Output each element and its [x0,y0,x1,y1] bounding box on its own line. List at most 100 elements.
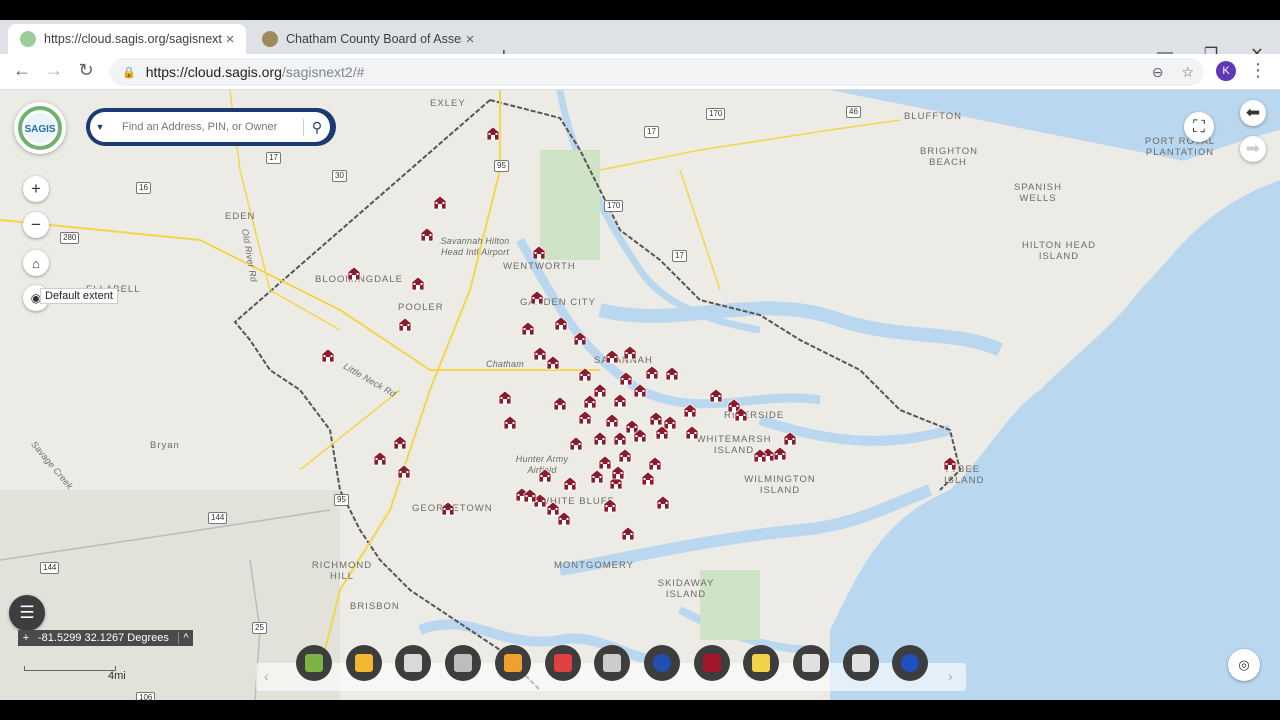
school-icon[interactable] [562,475,578,491]
profile-avatar[interactable]: K [1216,61,1236,81]
school-icon[interactable] [397,316,413,332]
school-icon[interactable] [612,392,628,408]
school-icon[interactable] [620,525,636,541]
school-icon[interactable] [782,430,798,446]
home-button[interactable]: ⌂ [23,250,49,276]
school-icon[interactable] [612,430,628,446]
school-icon[interactable] [589,468,605,484]
school-icon[interactable] [545,354,561,370]
school-icon[interactable] [502,414,518,430]
basemap-tool[interactable] [296,645,332,681]
scale-label: 4mi [108,670,126,682]
school-icon[interactable] [654,424,670,440]
school-icon[interactable] [684,424,700,440]
school-icon[interactable] [392,434,408,450]
draw-tool[interactable] [545,645,581,681]
forward-arrow-icon[interactable]: → [42,60,66,81]
school-icon[interactable] [419,226,435,242]
school-icon[interactable] [432,194,448,210]
bookmark-tool[interactable] [694,645,730,681]
school-icon[interactable] [640,470,656,486]
address-bar[interactable]: 🔒 https://cloud.sagis.org/sagisnext2/# ⊖… [110,58,1204,86]
school-icon[interactable] [752,447,768,463]
school-icon[interactable] [617,447,633,463]
back-arrow-icon[interactable]: ← [10,60,34,81]
school-icon[interactable] [644,364,660,380]
route-shield-170b: 170 [604,200,624,212]
school-icon[interactable] [485,125,501,141]
menu-kebab-icon[interactable]: ⋮ [1246,60,1270,81]
layer-stack-tool[interactable] [743,645,779,681]
layer-list-button[interactable]: ☰ [9,595,45,631]
close-tab-icon[interactable]: × [462,31,478,48]
close-tab-icon[interactable]: × [222,31,238,48]
measure-tool[interactable] [495,645,531,681]
school-icon[interactable] [577,409,593,425]
school-icon[interactable] [592,430,608,446]
zoom-out-button[interactable]: − [23,212,49,238]
forward-extent-button[interactable]: ➡ [1240,136,1266,162]
school-icon[interactable] [552,395,568,411]
school-icon[interactable] [664,365,680,381]
school-icon[interactable] [655,494,671,510]
school-icon[interactable] [553,315,569,331]
grid-tool[interactable] [445,645,481,681]
search-box[interactable]: ▼ Find an Address, PIN, or Owner ⚲ [90,112,330,142]
school-icon[interactable] [604,348,620,364]
analysis-tool[interactable] [594,645,630,681]
school-icon[interactable] [582,393,598,409]
school-icon[interactable] [568,435,584,451]
school-icon[interactable] [682,402,698,418]
print-tool[interactable] [793,645,829,681]
route-shield-95: 95 [494,160,509,172]
school-icon[interactable] [647,455,663,471]
school-icon[interactable] [410,275,426,291]
share-tool[interactable] [843,645,879,681]
dock-next-arrow-icon[interactable]: › [948,668,953,684]
school-icon[interactable] [610,464,626,480]
hide-ui-button[interactable]: ◎ [1228,649,1260,681]
search-input[interactable]: Find an Address, PIN, or Owner [110,121,303,133]
zoom-in-button[interactable]: + [23,176,49,202]
sagis-logo[interactable]: SAGIS [14,102,66,154]
fullscreen-button[interactable]: ⛶ [1184,112,1214,142]
zoom-icon[interactable]: ⊖ [1152,64,1164,81]
school-icon[interactable] [372,450,388,466]
school-icon[interactable] [577,366,593,382]
back-extent-button[interactable]: ⬅ [1240,100,1266,126]
school-icon[interactable] [497,389,513,405]
dock-prev-arrow-icon[interactable]: ‹ [264,668,269,684]
school-icon[interactable] [522,487,538,503]
reload-icon[interactable]: ↻ [74,60,98,81]
help-tool[interactable] [892,645,928,681]
tab-chatham-assessors[interactable]: Chatham County Board of Assessors × [250,24,486,54]
school-icon[interactable] [772,445,788,461]
school-icon[interactable] [520,320,536,336]
tab-sagis[interactable]: https://cloud.sagis.org/sagisnext2/# × [8,24,246,54]
school-icon[interactable] [942,455,958,471]
school-icon[interactable] [604,412,620,428]
search-icon[interactable]: ⚲ [303,118,330,136]
info-tool[interactable] [644,645,680,681]
school-icon[interactable] [632,427,648,443]
coordinate-toggle-icon[interactable]: ^ [178,632,193,644]
school-icon[interactable] [440,500,456,516]
school-icon[interactable] [733,406,749,422]
school-icon[interactable] [622,344,638,360]
bookmark-star-icon[interactable]: ☆ [1181,64,1194,81]
school-icon[interactable] [529,289,545,305]
map-canvas[interactable]: EXLEY EDEN BLOOMINGDALE POOLER WENTWORTH… [0,90,1280,700]
school-icon[interactable] [556,510,572,526]
school-icon[interactable] [572,330,588,346]
school-icon[interactable] [537,467,553,483]
school-icon[interactable] [396,463,412,479]
school-icon[interactable] [320,347,336,363]
layers-tool[interactable] [346,645,382,681]
school-icon[interactable] [346,265,362,281]
school-icon[interactable] [632,382,648,398]
school-icon[interactable] [602,497,618,513]
legend-tool[interactable] [395,645,431,681]
school-icon[interactable] [708,387,724,403]
search-dropdown-icon[interactable]: ▼ [90,122,110,132]
school-icon[interactable] [531,244,547,260]
